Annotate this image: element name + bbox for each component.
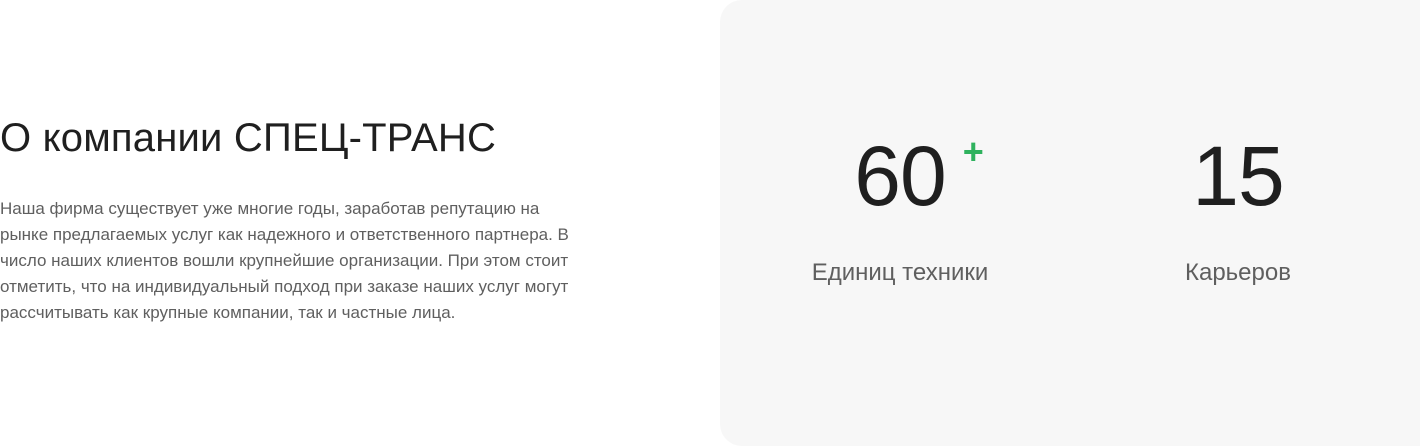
stats-panel: 60 + Единиц техники 15 Карьеров [720,0,1420,446]
plus-icon: + [962,131,984,172]
stat-quarries: 15 Карьеров [1118,130,1358,288]
stat-equipment-units: 60 + Единиц техники [780,130,1020,288]
about-title: О компании СПЕЦ-ТРАНС [0,116,497,160]
about-section: О компании СПЕЦ-ТРАНС Наша фирма существ… [0,112,600,326]
stat-value: 15 [1192,129,1284,223]
about-description: Наша фирма существует уже многие годы, з… [0,199,569,322]
stat-label: Единиц техники [811,259,989,286]
stat-label: Карьеров [1185,259,1291,286]
stat-value: 60 [854,129,946,223]
stat-number-wrap: 15 [1192,129,1284,230]
stat-number-wrap: 60 + [854,129,983,230]
